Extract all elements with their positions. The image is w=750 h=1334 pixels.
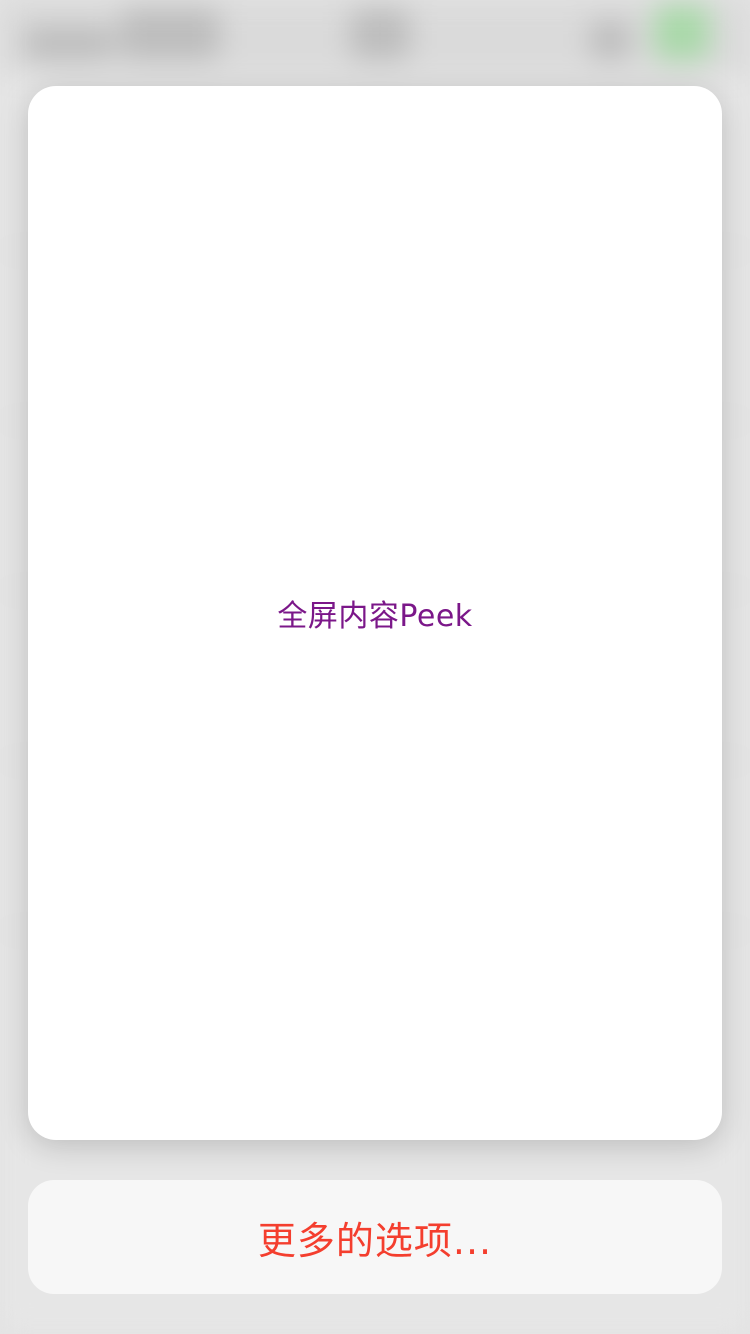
more-options-button[interactable]: 更多的选项...	[28, 1180, 722, 1294]
background-blur-shape	[24, 26, 114, 60]
background-blur-shape	[120, 8, 220, 60]
background-blur-shape	[350, 8, 410, 60]
background-green-element	[654, 4, 710, 60]
peek-preview-card[interactable]: 全屏内容Peek	[28, 86, 722, 1140]
peek-content-label: 全屏内容Peek	[277, 599, 473, 634]
more-options-label: 更多的选项...	[257, 1218, 493, 1263]
background-blur-shape	[590, 20, 630, 60]
